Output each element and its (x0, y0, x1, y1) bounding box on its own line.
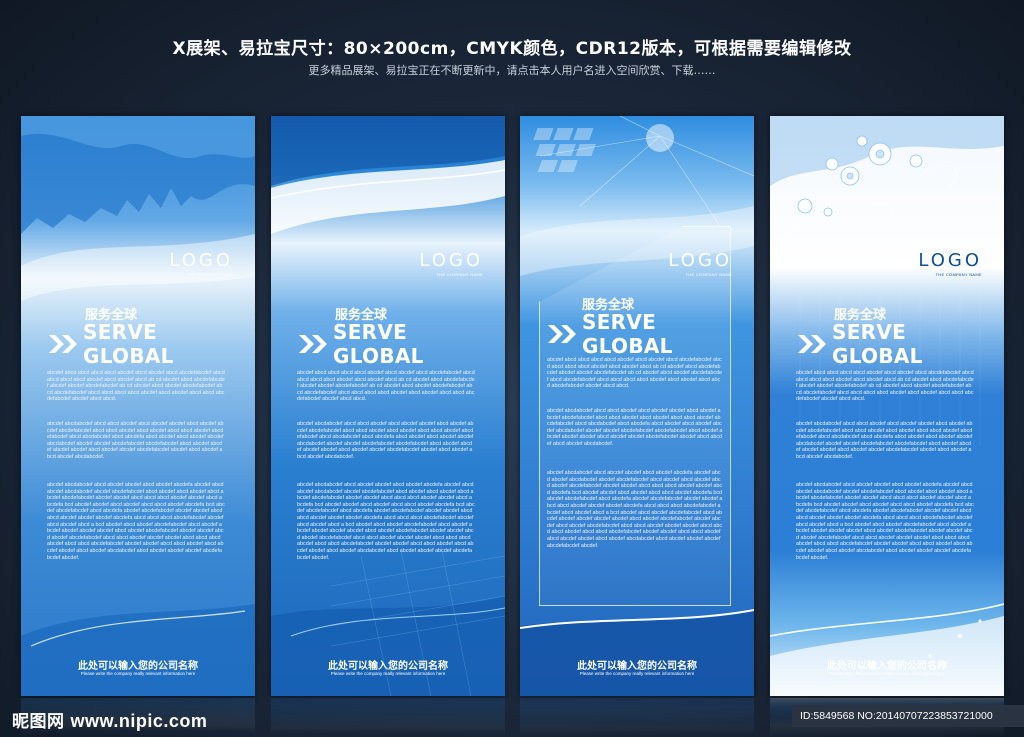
logo-text: LOGO (169, 250, 233, 271)
body-paragraph-3: abcdef abcdabcdef abcd abcdef abcdef abc… (796, 482, 974, 561)
body-paragraph-2: abcdef abcdabcdef abcd abcd abcdef abcd … (796, 421, 973, 460)
body-paragraph-1: abcdef abcd abcd abcd abcd abcdef abcd a… (297, 370, 475, 403)
logo: LOGO THE COMPANY NAME (918, 250, 982, 278)
body-paragraph-1: abcdef abcd abcd abcd abcd abcdef abcd a… (796, 370, 974, 403)
watermark-site: www.nipic.com (70, 711, 208, 731)
company-tag: THE COMPANY NAME (436, 272, 483, 277)
serve-title-row: SERVE GLOBAL (297, 320, 505, 368)
logo: LOGO THE COMPANY NAME (668, 250, 732, 278)
company-name-cn: 此处可以输入您的公司名称 (78, 661, 198, 672)
body-paragraph-3: abcdef abcdabcdef abcd abcdef abcdef abc… (297, 482, 475, 561)
company-name-cn: 此处可以输入您的公司名称 (827, 661, 947, 672)
double-chevron-icon (547, 325, 576, 343)
company-name-en: Please write the company really relevant… (80, 671, 196, 676)
serve-title-row: SERVE GLOBAL (796, 320, 1004, 368)
company-name-cn: 此处可以输入您的公司名称 (577, 661, 697, 672)
logo-text: LOGO (419, 250, 483, 271)
company-tag: THE COMPANY NAME (935, 272, 982, 277)
double-chevron-icon (48, 335, 77, 353)
body-paragraph-1: abcdef abcd abcd abcd abcd abcdef abcd a… (547, 357, 723, 390)
header-subtitle: 更多精品展架、易拉宝正在不断更新中，请点击本人用户名进入空间欣赏、下载…… (308, 64, 716, 77)
company-name-en: Please write the company really relevant… (330, 671, 446, 676)
banner-3: LOGO THE COMPANY NAME 服务全球 SERVE GLOBAL … (520, 116, 754, 696)
body-paragraph-2: abcdef abcdabcdef abcd abcd abcdef abcd … (297, 421, 474, 460)
watermark-brand: 昵图网 (12, 712, 65, 732)
body-paragraph-3: abcdef abcdabcdef abcd abcdef abcdef abc… (547, 470, 723, 549)
double-chevron-icon (298, 335, 327, 353)
image-id-label: ID:5849568 NO:20140707223853721000 (792, 705, 1024, 727)
body-paragraph-3: abcdef abcdabcdef abcd abcdef abcdef abc… (47, 482, 225, 561)
serve-title-en: SERVE GLOBAL (831, 320, 923, 368)
company-tag: THE COMPANY NAME (685, 272, 732, 277)
logo: LOGO THE COMPANY NAME (419, 250, 483, 278)
company-name-cn: 此处可以输入您的公司名称 (328, 661, 448, 672)
serve-title-row: SERVE GLOBAL (546, 310, 754, 358)
double-chevron-icon (797, 335, 826, 353)
body-paragraph-2: abcdef abcdabcdef abcd abcd abcdef abcd … (47, 421, 224, 460)
body-paragraph-2: abcdef abcdabcdef abcd abcd abcdef abcd … (547, 408, 723, 447)
banner-2: LOGO THE COMPANY NAME 服务全球 SERVE GLOBAL … (271, 116, 505, 696)
company-name-en: Please write the company really relevant… (829, 671, 945, 676)
site-watermark: 昵图网 www.nipic.com (12, 707, 207, 732)
banner-reflection (520, 698, 754, 737)
company-tag: THE COMPANY NAME (186, 272, 233, 277)
logo: LOGO THE COMPANY NAME (169, 250, 233, 278)
body-paragraph-1: abcdef abcd abcd abcd abcd abcdef abcd a… (47, 370, 225, 403)
serve-title-row: SERVE GLOBAL (47, 320, 255, 368)
company-name-en: Please write the company really relevant… (579, 671, 695, 676)
logo-text: LOGO (668, 250, 732, 271)
serve-title-en: SERVE GLOBAL (332, 320, 424, 368)
banner-1: LOGO THE COMPANY NAME 服务全球 SERVE GLOBAL … (21, 116, 255, 696)
banner-4: LOGO THE COMPANY NAME 服务全球 SERVE GLOBAL … (770, 116, 1004, 696)
serve-title-en: SERVE GLOBAL (82, 320, 174, 368)
banner-reflection (271, 698, 505, 737)
logo-text: LOGO (918, 250, 982, 271)
serve-title-en: SERVE GLOBAL (581, 310, 673, 358)
header-title: X展架、易拉宝尺寸：80×200cm，CMYK颜色，CDR12版本，可根据需要编… (172, 39, 852, 59)
